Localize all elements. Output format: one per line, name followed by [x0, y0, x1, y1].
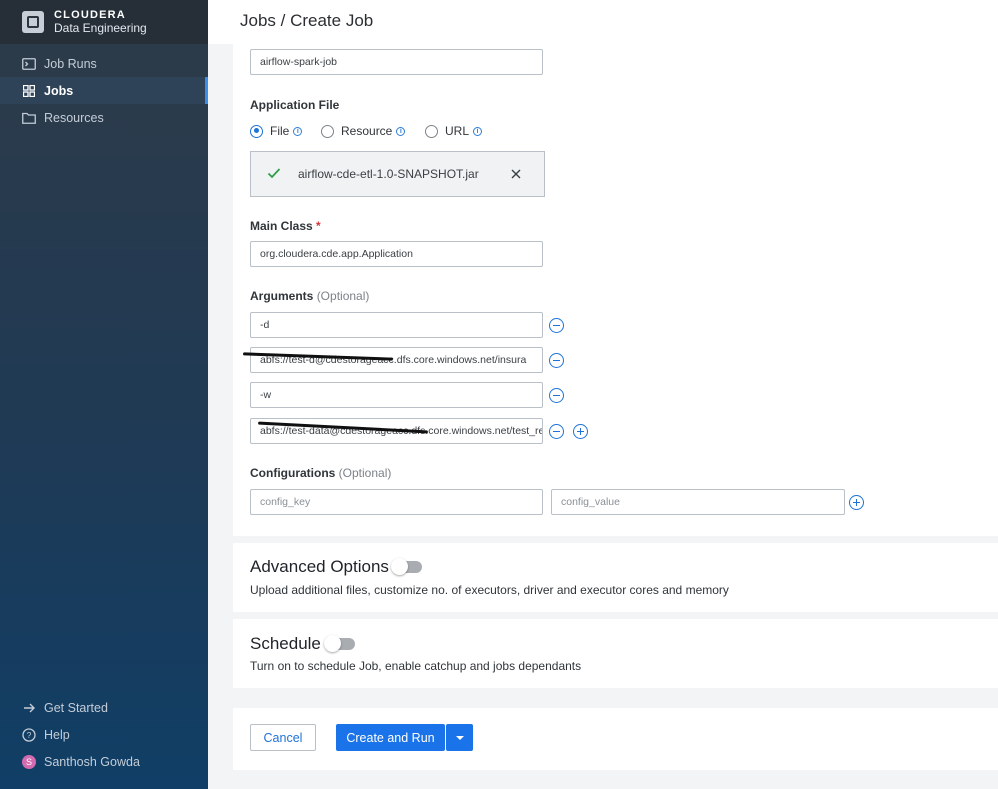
sidebar-item-job-runs[interactable]: Job Runs: [0, 50, 208, 77]
svg-text:?: ?: [27, 730, 32, 740]
main-class-label: Main Class *: [250, 219, 321, 233]
argument-input-1[interactable]: -d: [250, 312, 543, 338]
sidebar-item-label: Jobs: [44, 83, 74, 98]
arguments-label-text: Arguments: [250, 289, 314, 303]
help-icon: ?: [22, 727, 36, 742]
sidebar-item-help[interactable]: ? Help: [0, 721, 208, 748]
radio-label: File: [270, 124, 290, 138]
advanced-options-title: Advanced Options: [250, 557, 389, 576]
sidebar-item-label: Resources: [44, 110, 104, 125]
info-icon[interactable]: i: [473, 126, 483, 136]
arrow-right-icon: [22, 701, 36, 715]
configurations-label: Configurations (Optional): [250, 466, 391, 480]
brand-header[interactable]: CLOUDERA Data Engineering: [0, 0, 208, 44]
radio-button[interactable]: [425, 124, 438, 138]
remove-argument-icon[interactable]: [549, 388, 564, 403]
schedule-title: Schedule: [250, 634, 321, 653]
cloudera-logo-icon: [22, 11, 44, 33]
info-icon[interactable]: i: [293, 126, 303, 136]
radio-label: Resource: [341, 124, 393, 138]
advanced-options-description: Upload additional files, customize no. o…: [250, 583, 729, 597]
argument-input-3[interactable]: -w: [250, 382, 543, 408]
sidebar-item-get-started[interactable]: Get Started: [0, 694, 208, 721]
optional-hint: (Optional): [338, 466, 392, 480]
page-title: Jobs / Create Job: [240, 11, 374, 30]
remove-argument-icon[interactable]: [549, 424, 564, 439]
remove-argument-icon[interactable]: [549, 353, 564, 368]
remove-argument-icon[interactable]: [549, 318, 564, 333]
avatar: S: [22, 754, 36, 769]
advanced-options-toggle[interactable]: [391, 558, 422, 575]
info-icon[interactable]: i: [396, 126, 406, 136]
sidebar-item-resources[interactable]: Resources: [0, 104, 208, 131]
config-value-input[interactable]: config_value: [551, 489, 845, 515]
config-key-input[interactable]: config_key: [250, 489, 543, 515]
sidebar: CLOUDERA Data Engineering Job Runs Jobs …: [0, 0, 208, 789]
main-class-input[interactable]: org.cloudera.cde.app.Application: [250, 241, 543, 267]
schedule-description: Turn on to schedule Job, enable catchup …: [250, 659, 582, 673]
add-argument-icon[interactable]: [573, 424, 588, 439]
advanced-options-card: [233, 543, 998, 612]
brand-subtitle: Data Engineering: [54, 21, 147, 35]
configurations-label-text: Configurations: [250, 466, 336, 480]
sidebar-item-label: Santhosh Gowda: [44, 754, 140, 769]
sidebar-nav: Job Runs Jobs Resources: [0, 44, 208, 131]
chevron-down-icon: [455, 735, 464, 740]
application-file-label: Application File: [250, 98, 340, 112]
sidebar-item-label: Get Started: [44, 700, 108, 715]
schedule-card: [233, 619, 998, 688]
uploaded-file-name: airflow-cde-etl-1.0-SNAPSHOT.jar: [298, 167, 479, 181]
arguments-label: Arguments (Optional): [250, 289, 369, 303]
cancel-button[interactable]: Cancel: [250, 724, 316, 751]
sidebar-item-user[interactable]: S Santhosh Gowda: [0, 748, 208, 775]
check-icon: [267, 167, 281, 181]
radio-button[interactable]: [321, 124, 334, 138]
required-mark: *: [316, 219, 321, 233]
terminal-icon: [22, 57, 36, 71]
close-icon[interactable]: [510, 168, 522, 180]
radio-resource[interactable]: Resource i: [321, 124, 406, 138]
radio-button[interactable]: [250, 124, 263, 138]
schedule-toggle[interactable]: [324, 635, 355, 652]
sidebar-item-label: Help: [44, 727, 70, 742]
create-options-dropdown[interactable]: [446, 724, 473, 751]
job-name-input[interactable]: airflow-spark-job: [250, 49, 543, 75]
add-configuration-icon[interactable]: [849, 495, 864, 510]
sidebar-bottom-nav: Get Started ? Help S Santhosh Gowda: [0, 694, 208, 775]
create-and-run-button[interactable]: Create and Run: [336, 724, 445, 751]
sidebar-item-label: Job Runs: [44, 56, 97, 71]
folder-icon: [22, 111, 36, 125]
argument-input-2[interactable]: abfs://test-d@cdestorageacc.dfs.core.win…: [250, 347, 543, 373]
radio-url[interactable]: URL i: [425, 124, 483, 138]
grid-icon: [22, 84, 36, 98]
page-header: Jobs / Create Job: [208, 0, 998, 44]
sidebar-item-jobs[interactable]: Jobs: [0, 77, 208, 104]
radio-file[interactable]: File i: [250, 124, 303, 138]
main-class-label-text: Main Class: [250, 219, 313, 233]
uploaded-file: airflow-cde-etl-1.0-SNAPSHOT.jar: [250, 151, 545, 197]
optional-hint: (Optional): [316, 289, 370, 303]
radio-label: URL: [445, 124, 470, 138]
